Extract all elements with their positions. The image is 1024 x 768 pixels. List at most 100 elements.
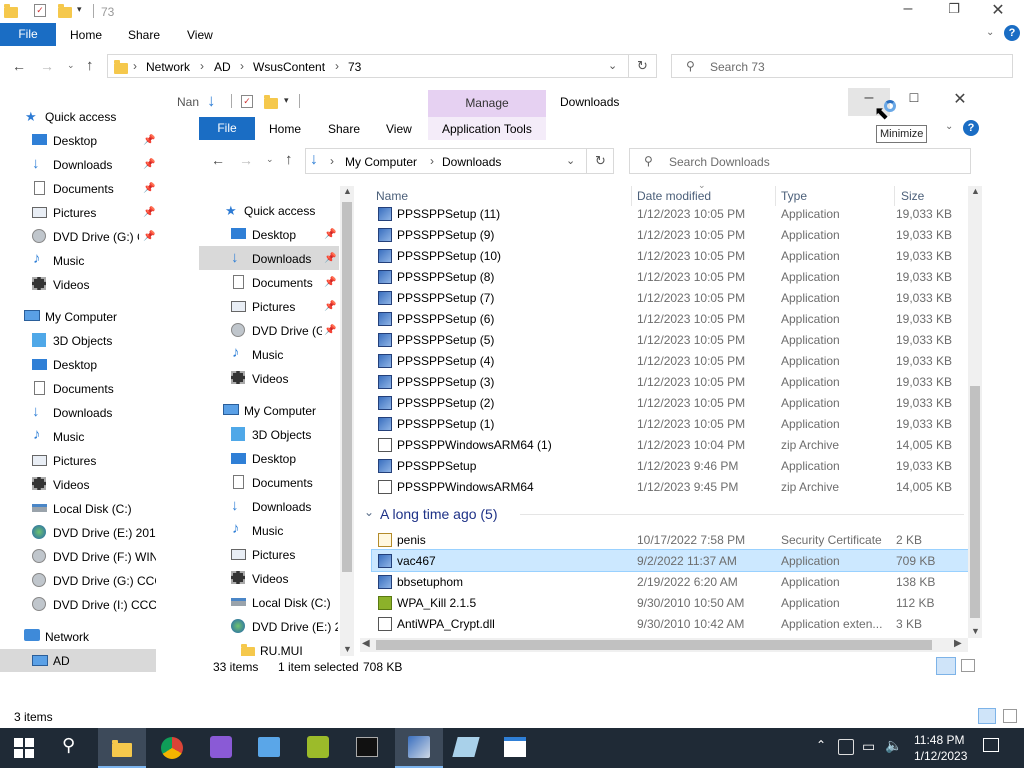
details-view-icon[interactable] <box>978 708 996 724</box>
help-icon[interactable]: ? <box>963 120 979 136</box>
file-row[interactable]: bbsetuphom 2/19/2022 6:20 AM Application 13… <box>372 571 968 592</box>
file-row[interactable]: PPSSPPSetup (2) 1/12/2023 10:05 PM Applica… <box>372 392 968 413</box>
nav-music-2[interactable]: Music <box>53 430 84 444</box>
file-row[interactable]: vac467 9/2/2022 11:37 AM Application 709 KB <box>371 549 969 572</box>
nav-ad[interactable]: AD <box>53 654 70 668</box>
breadcrumb-my-computer[interactable]: My Computer <box>345 155 417 169</box>
security-icon[interactable] <box>838 739 854 755</box>
inner-tab-home[interactable]: Home <box>269 122 301 136</box>
clock-date[interactable]: 1/12/2023 <box>914 749 967 763</box>
large-icons-view-icon[interactable] <box>1003 709 1017 723</box>
maximize-icon[interactable]: ❐ <box>942 1 966 17</box>
nav-desktop-2[interactable]: Desktop <box>53 358 97 372</box>
file-row[interactable]: PPSSPPSetup (4) 1/12/2023 10:05 PM Applica… <box>372 350 968 371</box>
pin-icon[interactable]: 📌 <box>143 231 155 242</box>
nav-network[interactable]: Network <box>45 630 89 644</box>
breadcrumb-network[interactable]: Network <box>146 60 190 74</box>
nav-dvd-drive-g[interactable]: DVD Drive (G:) C <box>53 230 139 244</box>
forward-icon[interactable]: → <box>239 152 253 168</box>
minimize-icon[interactable]: – <box>896 0 920 18</box>
column-name[interactable]: Name <box>376 189 408 203</box>
outer-file-tab[interactable]: File <box>0 23 56 46</box>
key-app-icon[interactable] <box>307 736 329 758</box>
nav-videos-2[interactable]: Videos <box>53 478 89 492</box>
up-icon[interactable]: ↑ <box>86 57 94 74</box>
close-icon[interactable]: ✕ <box>986 0 1010 20</box>
nav-downloads-2[interactable]: Downloads <box>53 406 112 420</box>
large-icons-view-icon[interactable] <box>961 659 975 672</box>
file-row[interactable]: PPSSPPWindowsARM64 (1) 1/12/2023 10:04 PM… <box>372 434 968 455</box>
outer-tab-share[interactable]: Share <box>128 28 160 42</box>
file-row[interactable]: PPSSPPWindowsARM64 1/12/2023 9:45 PM zip A… <box>372 476 968 497</box>
pin-icon[interactable]: 📌 <box>324 325 336 336</box>
ribbon-expand-icon[interactable]: ⌄ <box>986 27 994 38</box>
inner-tab-application-tools[interactable]: Application Tools <box>442 122 532 136</box>
inner-file-tab[interactable]: File <box>199 117 255 140</box>
terminal-icon[interactable] <box>356 737 378 757</box>
address-dropdown-icon[interactable]: ⌄ <box>608 59 617 72</box>
taskbar-installer-active[interactable] <box>395 728 443 768</box>
pin-icon[interactable]: 📌 <box>324 301 336 312</box>
search-icon[interactable]: ⚲ <box>62 735 75 756</box>
pin-icon[interactable]: 📌 <box>324 277 336 288</box>
file-row[interactable]: PPSSPPSetup (5) 1/12/2023 10:05 PM Applica… <box>372 329 968 350</box>
qat-dropdown-icon[interactable]: ▾ <box>77 4 82 15</box>
recent-dropdown-icon[interactable]: ⌄ <box>266 154 274 165</box>
file-row[interactable]: AntiWPA_Crypt.dll 9/30/2010 10:42 AM Appli… <box>372 613 968 634</box>
pin-icon[interactable]: 📌 <box>143 207 155 218</box>
manage-contextual-tab-header[interactable]: Manage <box>428 90 546 117</box>
nav-pictures[interactable]: Pictures <box>53 206 96 220</box>
address-dropdown-icon[interactable]: ⌄ <box>566 154 575 167</box>
forward-icon[interactable]: → <box>40 58 54 74</box>
start-windows-icon[interactable] <box>14 738 34 758</box>
column-size[interactable]: Size <box>901 189 924 203</box>
nav-documents-2[interactable]: Documents <box>53 382 114 396</box>
nav-desktop[interactable]: Desktop <box>53 134 97 148</box>
nav-dvd-drive-e[interactable]: DVD Drive (E:) 20 <box>252 620 338 634</box>
column-date-modified[interactable]: Date modified <box>637 189 711 203</box>
taskbar-explorer-active[interactable] <box>98 728 146 768</box>
new-folder-icon[interactable] <box>264 95 278 109</box>
file-row[interactable]: PPSSPPSetup (7) 1/12/2023 10:05 PM Applica… <box>372 287 968 308</box>
nav-music-2[interactable]: Music <box>252 524 283 538</box>
close-icon[interactable]: ✕ <box>948 89 972 109</box>
file-row[interactable]: PPSSPPSetup (6) 1/12/2023 10:05 PM Applica… <box>372 308 968 329</box>
window-app-icon[interactable] <box>504 737 526 757</box>
breadcrumb-73[interactable]: 73 <box>348 60 361 74</box>
nav-desktop[interactable]: Desktop <box>252 228 296 242</box>
scroll-down-icon[interactable]: ▼ <box>971 626 980 636</box>
nav-my-computer[interactable]: My Computer <box>244 404 316 418</box>
outer-tab-view[interactable]: View <box>187 28 213 42</box>
scroll-up-icon[interactable]: ▲ <box>343 186 352 196</box>
outer-tab-home[interactable]: Home <box>70 28 102 42</box>
nav-dvd-drive-g-2[interactable]: DVD Drive (G:) CCC <box>53 574 156 588</box>
nav-videos-2[interactable]: Videos <box>252 572 288 586</box>
nav-ru-mui[interactable]: RU.MUI <box>260 644 303 656</box>
nav-scrollbar[interactable]: ▲ ▼ <box>340 186 354 656</box>
nav-downloads[interactable]: Downloads <box>53 158 112 172</box>
up-icon[interactable]: ↑ <box>285 151 293 168</box>
group-collapse-icon[interactable]: ⌄ <box>364 505 374 519</box>
nav-pictures-2[interactable]: Pictures <box>252 548 295 562</box>
outer-address-bar[interactable]: › Network › AD › WsusContent › 73 ⌄ ↻ <box>107 54 657 78</box>
nav-dvd-drive-e[interactable]: DVD Drive (E:) 2015( <box>53 526 156 540</box>
nav-desktop-2[interactable]: Desktop <box>252 452 296 466</box>
scroll-up-icon[interactable]: ▲ <box>971 186 980 196</box>
inner-search-box[interactable]: ⚲ Search Downloads <box>629 148 971 174</box>
file-list-horizontal-scrollbar[interactable]: ◀ ▶ <box>360 638 968 652</box>
nav-documents-2[interactable]: Documents <box>252 476 313 490</box>
h-scroll-thumb[interactable] <box>376 640 932 650</box>
network-app-icon[interactable] <box>258 737 280 757</box>
file-row[interactable]: PPSSPPSetup 1/12/2023 9:46 PM Application 1… <box>372 455 968 476</box>
details-view-icon[interactable] <box>936 657 956 675</box>
nav-pictures-2[interactable]: Pictures <box>53 454 96 468</box>
inner-tab-share[interactable]: Share <box>328 122 360 136</box>
file-row[interactable]: PPSSPPSetup (10) 1/12/2023 10:05 PM Applic… <box>372 245 968 266</box>
nav-music[interactable]: Music <box>53 254 84 268</box>
nav-documents[interactable]: Documents <box>53 182 114 196</box>
file-row[interactable]: PPSSPPSetup (1) 1/12/2023 10:05 PM Applica… <box>372 413 968 434</box>
file-list-scroll-thumb[interactable] <box>970 386 980 618</box>
nav-quick-access[interactable]: Quick access <box>45 110 116 124</box>
refresh-icon[interactable]: ↻ <box>595 153 606 169</box>
file-row[interactable]: WPA_Kill 2.1.5 9/30/2010 10:50 AM Applicat… <box>372 592 968 613</box>
